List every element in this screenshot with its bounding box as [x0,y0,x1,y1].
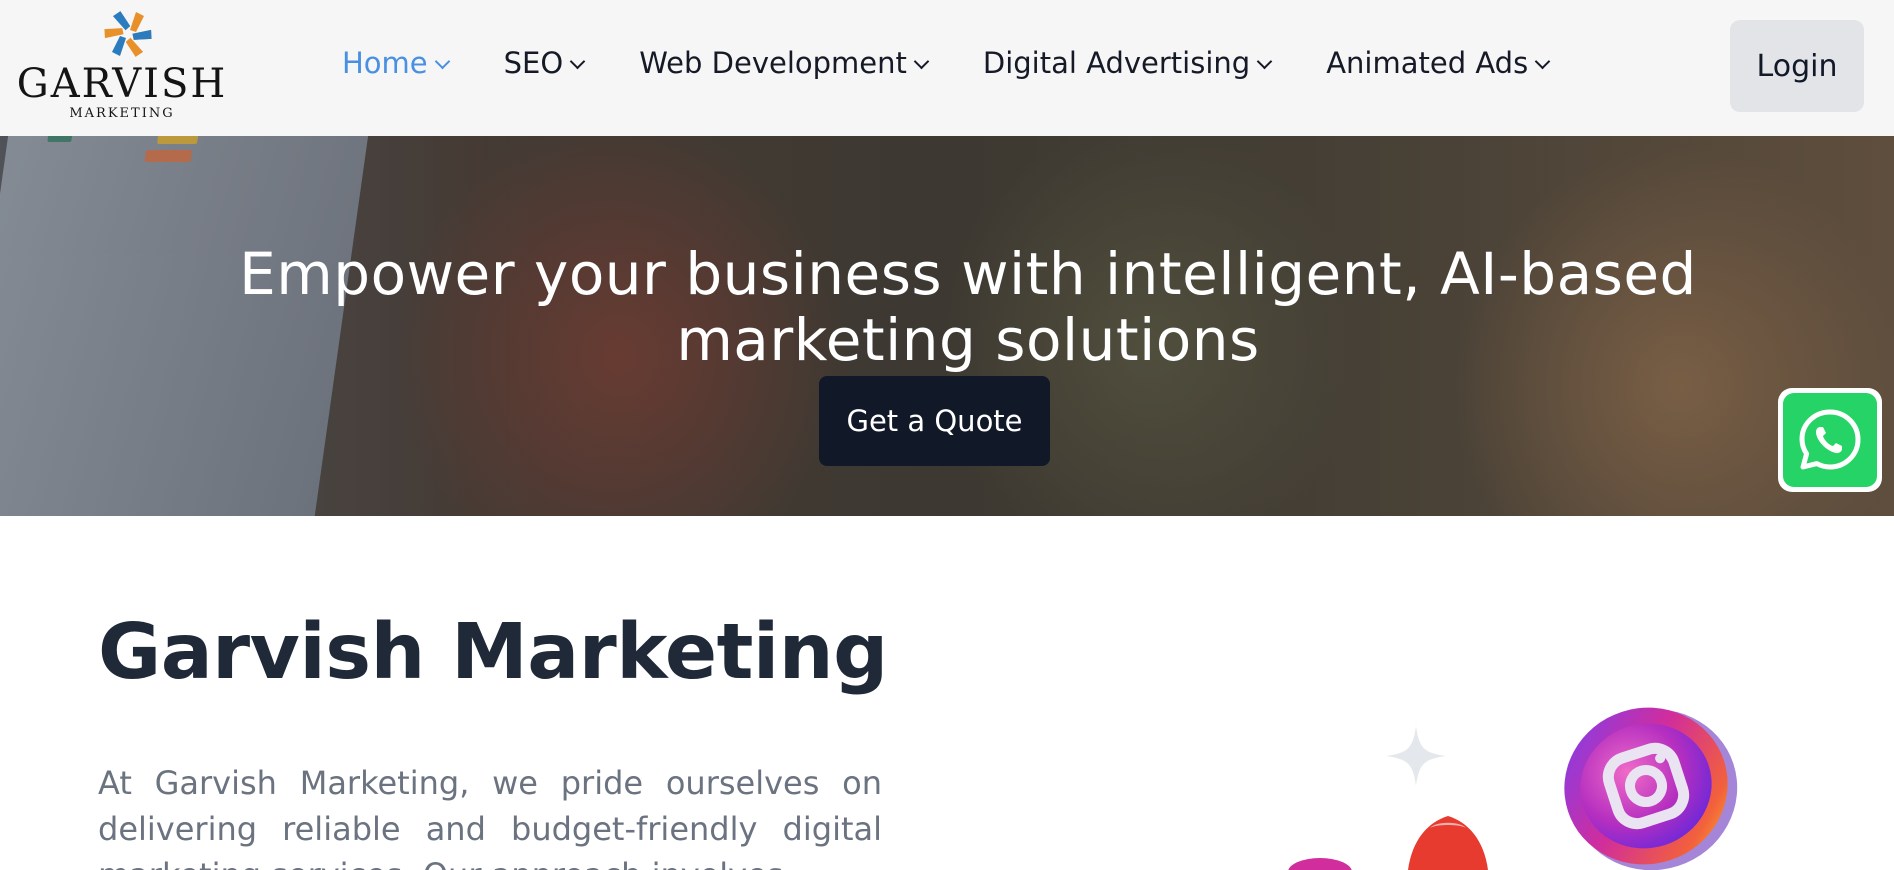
nav-item-label: Digital Advertising [982,46,1251,80]
nav-item-web-development[interactable]: Web Development [639,46,930,80]
login-button[interactable]: Login [1730,20,1864,112]
whatsapp-badge [1783,393,1877,487]
main-nav: Home SEO Web Development Digital Adverti… [342,40,1604,86]
sticky-note [144,150,193,162]
nav-item-animated-ads[interactable]: Animated Ads [1326,46,1551,80]
nav-item-label: Animated Ads [1326,46,1529,80]
rocket-icon [1408,816,1488,870]
about-paragraph: At Garvish Marketing, we pride ourselves… [98,764,882,870]
logo-subtitle: MARKETING [69,106,175,121]
logo-pinwheel-icon [104,11,156,57]
chevron-down-icon [569,53,586,69]
about-title: Garvish Marketing [98,608,888,697]
sticky-note [156,136,199,144]
coin-edge [1288,858,1352,870]
sparkle-icon [1386,726,1446,786]
whatsapp-icon [1799,409,1861,470]
nav-item-label: Home [342,46,428,80]
chevron-down-icon [1534,53,1551,69]
get-quote-button[interactable]: Get a Quote [819,376,1050,466]
nav-item-label: SEO [503,46,564,80]
nav-item-home[interactable]: Home [342,46,450,80]
whatsapp-button[interactable] [1778,388,1882,492]
nav-item-seo[interactable]: SEO [503,46,586,80]
chevron-down-icon [913,53,930,69]
chevron-down-icon [1256,53,1273,69]
nav-item-digital-advertising[interactable]: Digital Advertising [982,46,1273,80]
chevron-down-icon [434,53,450,69]
logo-wordmark: GARVISH [16,61,228,107]
nav-item-label: Web Development [639,46,907,80]
instagram-icon [1564,707,1738,870]
logo[interactable]: GARVISH MARKETING [14,4,230,122]
hero-title: Empower your business with intelligent, … [239,239,1697,374]
sticky-note [47,136,73,142]
hero-banner: Empower your business with intelligent, … [0,136,1894,516]
social-illustration [1288,707,1738,870]
site-header: GARVISH MARKETING Home SEO Web Developme… [0,0,1894,136]
